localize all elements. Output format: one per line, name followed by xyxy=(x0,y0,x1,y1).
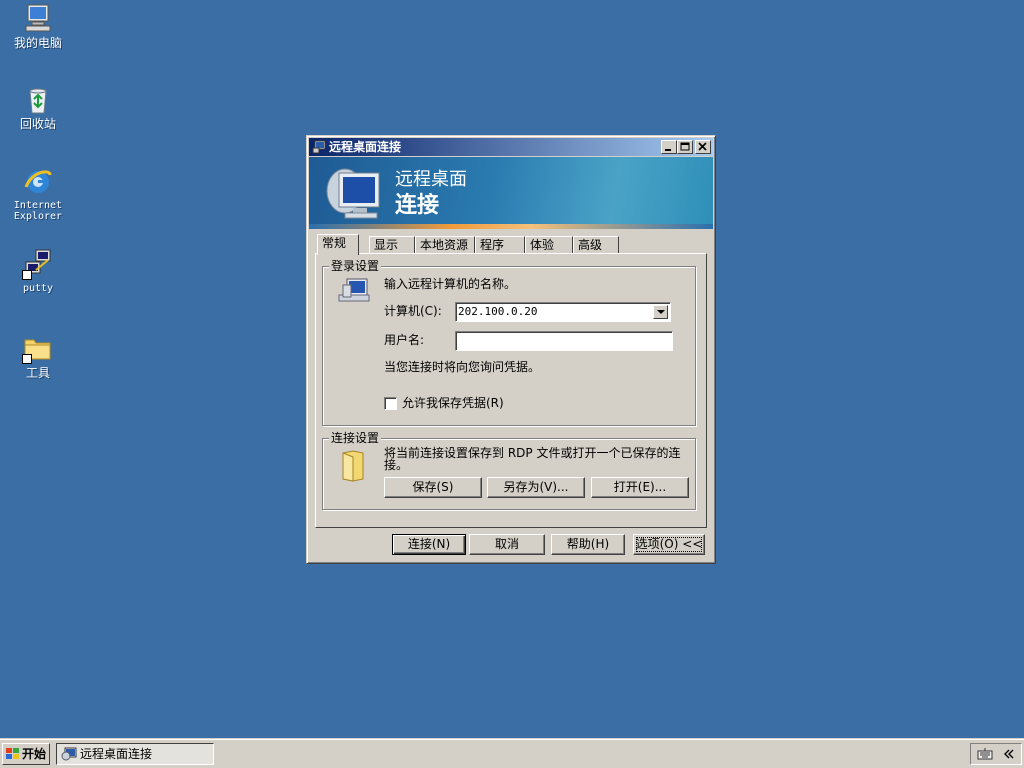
folder-icon xyxy=(22,332,54,364)
save-credentials-label[interactable]: 允许我保存凭据(R) xyxy=(402,396,504,410)
general-tab-panel: 登录设置 输入远程计算机的名称。 计算机(C): 202.100.0.20 用户… xyxy=(315,253,707,528)
close-button[interactable] xyxy=(695,140,711,154)
computer-icon xyxy=(338,278,370,302)
computer-combobox-value: 202.100.0.20 xyxy=(458,305,538,318)
close-icon xyxy=(698,142,707,151)
desktop-icon-my-computer[interactable]: 我的电脑 xyxy=(2,2,74,50)
desktop-icon-label: putty xyxy=(22,283,54,294)
remote-desktop-logo-icon xyxy=(326,168,380,219)
banner-stripe xyxy=(309,224,713,229)
header-banner: 远程桌面 连接 xyxy=(309,157,713,229)
help-button[interactable]: 帮助(H) xyxy=(551,534,625,555)
desktop-icon-label-line1: Internet xyxy=(13,200,63,211)
desktop-icon-putty[interactable]: putty xyxy=(2,248,74,294)
my-computer-icon xyxy=(22,2,54,34)
desktop-icon-label: 我的电脑 xyxy=(13,36,62,50)
login-settings-legend: 登录设置 xyxy=(329,259,382,273)
window-title: 远程桌面连接 xyxy=(329,140,402,154)
taskbar-item-remote-desktop[interactable]: 远程桌面连接 xyxy=(56,743,214,765)
desktop-icon-label: 回收站 xyxy=(19,117,56,131)
recycle-bin-icon xyxy=(22,83,54,115)
maximize-icon xyxy=(680,142,690,151)
taskbar: 开始 远程桌面连接 xyxy=(0,738,1024,768)
username-field[interactable] xyxy=(455,331,673,351)
login-prompt-text: 输入远程计算机的名称。 xyxy=(384,277,517,291)
login-settings-group: 登录设置 输入远程计算机的名称。 计算机(C): 202.100.0.20 用户… xyxy=(322,259,696,426)
shortcut-arrow-icon xyxy=(22,354,32,364)
tab-local-resources[interactable]: 本地资源 xyxy=(415,236,475,253)
tab-general[interactable]: 常规 xyxy=(317,234,359,255)
connection-settings-group: 连接设置 将当前连接设置保存到 RDP 文件或打开一个已保存的连接。 保存(S)… xyxy=(322,431,696,510)
desktop-icon-label-line2: Explorer xyxy=(13,211,63,222)
system-tray xyxy=(970,743,1022,765)
credentials-note: 当您连接时将向您询问凭据。 xyxy=(384,360,541,374)
tab-programs[interactable]: 程序 xyxy=(475,236,525,253)
start-button[interactable]: 开始 xyxy=(2,743,50,765)
tab-experience[interactable]: 体验 xyxy=(525,236,573,253)
username-label: 用户名: xyxy=(384,333,425,347)
desktop-icon-recycle-bin[interactable]: 回收站 xyxy=(2,83,74,131)
start-label: 开始 xyxy=(22,747,47,761)
desktop-icon-label: 工具 xyxy=(25,366,50,380)
minimize-icon xyxy=(665,149,671,151)
connection-settings-legend: 连接设置 xyxy=(329,431,382,445)
connection-settings-description: 将当前连接设置保存到 RDP 文件或打开一个已保存的连接。 xyxy=(384,446,681,472)
taskbar-item-label: 远程桌面连接 xyxy=(80,747,153,761)
computer-combobox[interactable]: 202.100.0.20 xyxy=(455,302,671,322)
options-button[interactable]: 选项(O) << xyxy=(633,534,705,555)
open-button[interactable]: 打开(E)... xyxy=(591,477,689,498)
putty-icon xyxy=(22,248,54,280)
cancel-button[interactable]: 取消 xyxy=(469,534,545,555)
save-as-button[interactable]: 另存为(V)... xyxy=(487,477,585,498)
desktop-icon-internet-explorer[interactable]: Internet Explorer xyxy=(2,165,74,222)
computer-label: 计算机(C): xyxy=(384,304,442,318)
save-credentials-checkbox[interactable] xyxy=(384,397,397,410)
connect-button[interactable]: 连接(N) xyxy=(392,534,466,555)
remote-desktop-icon xyxy=(61,747,77,761)
minimize-button[interactable] xyxy=(661,140,677,154)
remote-desktop-icon xyxy=(312,140,326,154)
internet-explorer-icon xyxy=(22,165,54,197)
window-titlebar[interactable]: 远程桌面连接 xyxy=(309,138,713,156)
expand-tray-icon[interactable] xyxy=(1002,747,1016,761)
tab-advanced[interactable]: 高级 xyxy=(573,236,619,253)
remote-desktop-window: 远程桌面连接 远程桌面 连接 常规 显示 本地资源 程序 体验 高级 登录设置 … xyxy=(306,135,716,564)
tab-display[interactable]: 显示 xyxy=(369,236,415,253)
save-button[interactable]: 保存(S) xyxy=(384,477,482,498)
windows-logo-icon xyxy=(6,748,19,759)
chevron-down-icon[interactable] xyxy=(653,305,668,319)
banner-title-line2: 连接 xyxy=(395,193,440,218)
folder-icon xyxy=(342,450,364,482)
maximize-button[interactable] xyxy=(677,140,693,154)
desktop-icon-tools-folder[interactable]: 工具 xyxy=(2,332,74,380)
keyboard-icon[interactable] xyxy=(977,747,993,761)
shortcut-arrow-icon xyxy=(22,270,32,280)
